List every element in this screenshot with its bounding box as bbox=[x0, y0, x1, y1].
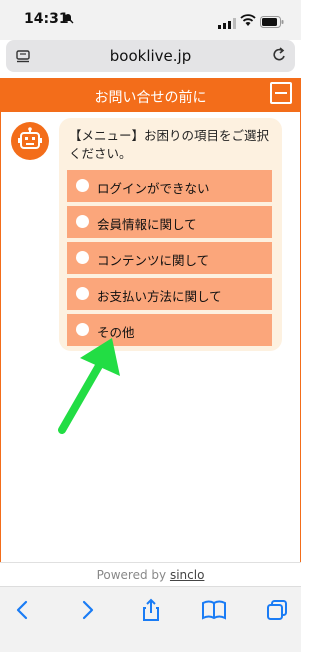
page-content: お問い合せの前に 【メニュー】お困りの項目をご選択ください。 ログインができない bbox=[0, 78, 301, 586]
wifi-icon bbox=[240, 12, 256, 31]
option-member-info[interactable]: 会員情報に関して bbox=[67, 206, 272, 238]
chat-header: お問い合せの前に bbox=[0, 78, 301, 112]
powered-by-footer: Powered by sinclo bbox=[0, 562, 301, 587]
option-payment[interactable]: お支払い方法に関して bbox=[67, 278, 272, 310]
share-icon[interactable] bbox=[138, 597, 164, 623]
option-label: ログインができない bbox=[97, 181, 210, 196]
cellular-signal-icon bbox=[218, 14, 236, 33]
chat-window: 【メニュー】お困りの項目をご選択ください。 ログインができない 会員情報に関して… bbox=[0, 112, 301, 562]
chat-title: お問い合せの前に bbox=[94, 90, 207, 106]
address-bar[interactable]: booklive.jp bbox=[6, 40, 295, 72]
silent-bell-icon bbox=[62, 12, 74, 27]
browser-toolbar bbox=[0, 586, 301, 652]
radio-icon[interactable] bbox=[76, 287, 89, 300]
bot-message-text: 【メニュー】お困りの項目をご選択ください。 bbox=[69, 128, 270, 161]
back-icon[interactable] bbox=[10, 597, 36, 623]
option-label: お支払い方法に関して bbox=[97, 289, 222, 304]
radio-icon[interactable] bbox=[76, 323, 89, 336]
radio-icon[interactable] bbox=[76, 215, 89, 228]
radio-icon[interactable] bbox=[76, 179, 89, 192]
forward-icon[interactable] bbox=[74, 597, 100, 623]
tabs-icon[interactable] bbox=[264, 597, 290, 623]
option-label: 会員情報に関して bbox=[97, 217, 197, 232]
footer-brand-link[interactable]: sinclo bbox=[170, 568, 204, 582]
bot-message-bubble: 【メニュー】お困りの項目をご選択ください。 ログインができない 会員情報に関して… bbox=[59, 118, 282, 351]
battery-icon bbox=[260, 13, 284, 32]
bookmarks-icon[interactable] bbox=[201, 597, 227, 623]
green-arrow-annotation bbox=[58, 338, 120, 434]
minimize-button[interactable] bbox=[270, 82, 292, 104]
option-login[interactable]: ログインができない bbox=[67, 170, 272, 202]
radio-icon[interactable] bbox=[76, 251, 89, 264]
footer-prefix: Powered by bbox=[96, 568, 170, 582]
bot-avatar bbox=[11, 122, 49, 160]
url-text: booklive.jp bbox=[109, 47, 192, 65]
reload-icon[interactable] bbox=[271, 47, 287, 68]
option-content[interactable]: コンテンツに関して bbox=[67, 242, 272, 274]
robot-icon bbox=[18, 127, 42, 149]
status-bar: 14:31 bbox=[0, 0, 301, 40]
option-label: コンテンツに関して bbox=[97, 253, 210, 268]
